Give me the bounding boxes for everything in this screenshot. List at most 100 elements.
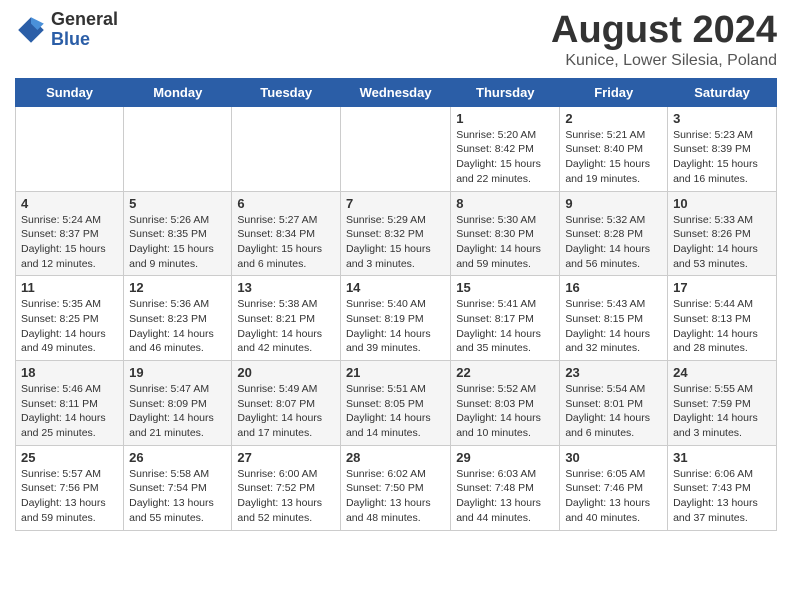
day-number: 29 — [456, 450, 554, 465]
day-number: 21 — [346, 365, 445, 380]
day-cell: 30 Sunrise: 6:05 AMSunset: 7:46 PMDayligh… — [560, 445, 668, 530]
header-day-friday: Friday — [560, 78, 668, 106]
day-cell: 7Sunrise: 5:29 AMSunset: 8:32 PMDaylight… — [340, 191, 450, 276]
day-cell: 22 Sunrise: 5:52 AMSunset: 8:03 PMDayligh… — [451, 361, 560, 446]
day-number: 17 — [673, 280, 771, 295]
day-number: 3 — [673, 111, 771, 126]
week-row-1: 1 Sunrise: 5:20 AMSunset: 8:42 PMDaylight… — [16, 106, 777, 191]
day-cell: 12Sunrise: 5:36 AMSunset: 8:23 PMDayligh… — [124, 276, 232, 361]
day-cell: 17 Sunrise: 5:44 AMSunset: 8:13 PMDayligh… — [668, 276, 777, 361]
day-cell — [232, 106, 341, 191]
day-cell: 31 Sunrise: 6:06 AMSunset: 7:43 PMDayligh… — [668, 445, 777, 530]
day-info: Sunrise: 5:41 AMSunset: 8:17 PMDaylight:… — [456, 297, 554, 356]
day-number: 25 — [21, 450, 118, 465]
day-info: Sunrise: 5:57 AMSunset: 7:56 PMDaylight:… — [21, 467, 118, 526]
day-number: 20 — [237, 365, 335, 380]
day-info: Sunrise: 5:49 AMSunset: 8:07 PMDaylight:… — [237, 382, 335, 441]
day-info: Sunrise: 5:47 AMSunset: 8:09 PMDaylight:… — [129, 382, 226, 441]
day-info: Sunrise: 5:30 AMSunset: 8:30 PMDaylight:… — [456, 213, 554, 272]
day-info: Sunrise: 6:06 AMSunset: 7:43 PMDaylight:… — [673, 467, 771, 526]
day-number: 26 — [129, 450, 226, 465]
day-cell: 5Sunrise: 5:26 AMSunset: 8:35 PMDaylight… — [124, 191, 232, 276]
day-info: Sunrise: 5:38 AMSunset: 8:21 PMDaylight:… — [237, 297, 335, 356]
day-cell — [16, 106, 124, 191]
day-number: 13 — [237, 280, 335, 295]
day-info: Sunrise: 5:35 AMSunset: 8:25 PMDaylight:… — [21, 297, 118, 356]
day-cell: 3 Sunrise: 5:23 AMSunset: 8:39 PMDaylight… — [668, 106, 777, 191]
day-number: 6 — [237, 196, 335, 211]
day-info: Sunrise: 6:00 AMSunset: 7:52 PMDaylight:… — [237, 467, 335, 526]
calendar-table: SundayMondayTuesdayWednesdayThursdayFrid… — [15, 78, 777, 531]
day-cell: 24 Sunrise: 5:55 AMSunset: 7:59 PMDayligh… — [668, 361, 777, 446]
day-info: Sunrise: 5:36 AMSunset: 8:23 PMDaylight:… — [129, 297, 226, 356]
day-info: Sunrise: 5:40 AMSunset: 8:19 PMDaylight:… — [346, 297, 445, 356]
header-day-saturday: Saturday — [668, 78, 777, 106]
header-row: SundayMondayTuesdayWednesdayThursdayFrid… — [16, 78, 777, 106]
day-cell: 14 Sunrise: 5:40 AMSunset: 8:19 PMDayligh… — [340, 276, 450, 361]
day-number: 31 — [673, 450, 771, 465]
header-day-wednesday: Wednesday — [340, 78, 450, 106]
day-number: 14 — [346, 280, 445, 295]
day-cell: 11Sunrise: 5:35 AMSunset: 8:25 PMDayligh… — [16, 276, 124, 361]
day-cell: 9 Sunrise: 5:32 AMSunset: 8:28 PMDaylight… — [560, 191, 668, 276]
day-info: Sunrise: 5:33 AMSunset: 8:26 PMDaylight:… — [673, 213, 771, 272]
day-cell: 25 Sunrise: 5:57 AMSunset: 7:56 PMDayligh… — [16, 445, 124, 530]
day-info: Sunrise: 5:23 AMSunset: 8:39 PMDaylight:… — [673, 128, 771, 187]
day-number: 30 — [565, 450, 662, 465]
day-info: Sunrise: 5:52 AMSunset: 8:03 PMDaylight:… — [456, 382, 554, 441]
day-info: Sunrise: 5:20 AMSunset: 8:42 PMDaylight:… — [456, 128, 554, 187]
logo-icon — [15, 14, 47, 46]
day-number: 22 — [456, 365, 554, 380]
day-number: 15 — [456, 280, 554, 295]
day-info: Sunrise: 5:32 AMSunset: 8:28 PMDaylight:… — [565, 213, 662, 272]
day-cell: 26Sunrise: 5:58 AMSunset: 7:54 PMDayligh… — [124, 445, 232, 530]
day-number: 19 — [129, 365, 226, 380]
day-info: Sunrise: 6:02 AMSunset: 7:50 PMDaylight:… — [346, 467, 445, 526]
day-info: Sunrise: 6:05 AMSunset: 7:46 PMDaylight:… — [565, 467, 662, 526]
day-number: 9 — [565, 196, 662, 211]
day-cell: 23Sunrise: 5:54 AMSunset: 8:01 PMDayligh… — [560, 361, 668, 446]
day-cell: 6 Sunrise: 5:27 AMSunset: 8:34 PMDaylight… — [232, 191, 341, 276]
day-info: Sunrise: 5:27 AMSunset: 8:34 PMDaylight:… — [237, 213, 335, 272]
logo: General Blue — [15, 10, 118, 50]
day-info: Sunrise: 5:43 AMSunset: 8:15 PMDaylight:… — [565, 297, 662, 356]
logo-blue: Blue — [51, 30, 118, 50]
day-info: Sunrise: 6:03 AMSunset: 7:48 PMDaylight:… — [456, 467, 554, 526]
day-info: Sunrise: 5:44 AMSunset: 8:13 PMDaylight:… — [673, 297, 771, 356]
day-info: Sunrise: 5:26 AMSunset: 8:35 PMDaylight:… — [129, 213, 226, 272]
day-cell: 18 Sunrise: 5:46 AMSunset: 8:11 PMDayligh… — [16, 361, 124, 446]
month-title: August 2024 — [551, 10, 777, 52]
day-number: 28 — [346, 450, 445, 465]
day-number: 7 — [346, 196, 445, 211]
day-cell — [340, 106, 450, 191]
day-number: 1 — [456, 111, 554, 126]
day-cell: 15 Sunrise: 5:41 AMSunset: 8:17 PMDayligh… — [451, 276, 560, 361]
location: Kunice, Lower Silesia, Poland — [551, 52, 777, 70]
page-header: General Blue August 2024 Kunice, Lower S… — [15, 10, 777, 70]
day-number: 24 — [673, 365, 771, 380]
logo-general: General — [51, 10, 118, 30]
day-cell: 21 Sunrise: 5:51 AMSunset: 8:05 PMDayligh… — [340, 361, 450, 446]
day-number: 18 — [21, 365, 118, 380]
calendar-body: 1 Sunrise: 5:20 AMSunset: 8:42 PMDaylight… — [16, 106, 777, 530]
day-number: 27 — [237, 450, 335, 465]
day-info: Sunrise: 5:51 AMSunset: 8:05 PMDaylight:… — [346, 382, 445, 441]
day-cell: 28 Sunrise: 6:02 AMSunset: 7:50 PMDayligh… — [340, 445, 450, 530]
week-row-2: 4Sunrise: 5:24 AMSunset: 8:37 PMDaylight… — [16, 191, 777, 276]
day-cell: 16Sunrise: 5:43 AMSunset: 8:15 PMDayligh… — [560, 276, 668, 361]
day-cell: 10Sunrise: 5:33 AMSunset: 8:26 PMDayligh… — [668, 191, 777, 276]
day-info: Sunrise: 5:55 AMSunset: 7:59 PMDaylight:… — [673, 382, 771, 441]
week-row-3: 11Sunrise: 5:35 AMSunset: 8:25 PMDayligh… — [16, 276, 777, 361]
day-cell: 8 Sunrise: 5:30 AMSunset: 8:30 PMDaylight… — [451, 191, 560, 276]
day-number: 23 — [565, 365, 662, 380]
week-row-5: 25 Sunrise: 5:57 AMSunset: 7:56 PMDayligh… — [16, 445, 777, 530]
header-day-thursday: Thursday — [451, 78, 560, 106]
day-cell: 1 Sunrise: 5:20 AMSunset: 8:42 PMDaylight… — [451, 106, 560, 191]
day-number: 8 — [456, 196, 554, 211]
day-cell: 27 Sunrise: 6:00 AMSunset: 7:52 PMDayligh… — [232, 445, 341, 530]
day-cell: 4Sunrise: 5:24 AMSunset: 8:37 PMDaylight… — [16, 191, 124, 276]
day-info: Sunrise: 5:21 AMSunset: 8:40 PMDaylight:… — [565, 128, 662, 187]
day-info: Sunrise: 5:46 AMSunset: 8:11 PMDaylight:… — [21, 382, 118, 441]
day-number: 4 — [21, 196, 118, 211]
title-block: August 2024 Kunice, Lower Silesia, Polan… — [551, 10, 777, 70]
